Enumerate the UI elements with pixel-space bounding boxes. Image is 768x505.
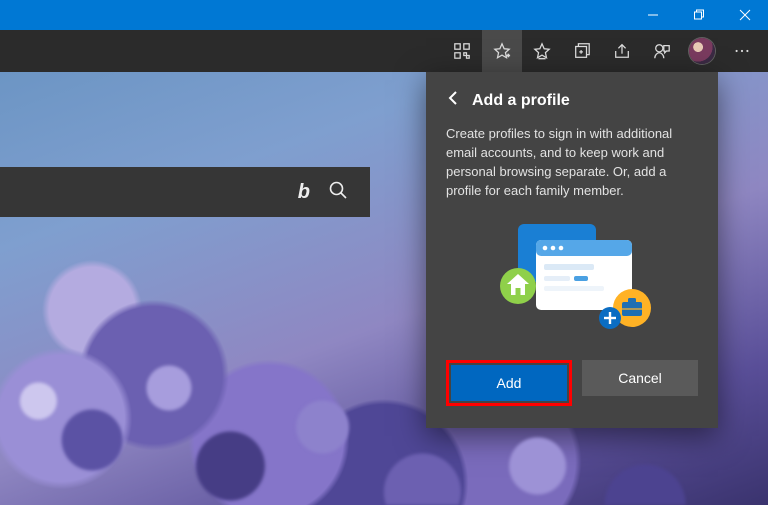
browser-toolbar	[0, 30, 768, 72]
search-bar[interactable]: b	[0, 167, 370, 217]
annotation-highlight: Add	[446, 360, 572, 406]
flyout-title: Add a profile	[472, 92, 570, 110]
window-minimize-button[interactable]	[630, 0, 676, 30]
window-close-button[interactable]	[722, 0, 768, 30]
qr-code-icon[interactable]	[442, 30, 482, 72]
add-favorite-icon[interactable]	[482, 30, 522, 72]
back-icon[interactable]	[446, 90, 462, 111]
window-maximize-button[interactable]	[676, 0, 722, 30]
collections-icon[interactable]	[562, 30, 602, 72]
add-button[interactable]: Add	[451, 365, 567, 401]
avatar	[689, 38, 715, 64]
favorites-icon[interactable]	[522, 30, 562, 72]
cancel-button[interactable]: Cancel	[582, 360, 698, 396]
share-icon[interactable]	[602, 30, 642, 72]
flyout-description: Create profiles to sign in with addition…	[446, 125, 698, 200]
page-content: b Add a profile Create profiles to sign …	[0, 72, 768, 505]
window-titlebar	[0, 0, 768, 30]
more-menu-button[interactable]	[722, 30, 762, 72]
search-icon	[328, 180, 348, 205]
feedback-icon[interactable]	[642, 30, 682, 72]
bing-logo-icon: b	[298, 181, 310, 204]
profile-illustration	[446, 218, 698, 338]
profile-avatar-button[interactable]	[682, 30, 722, 72]
add-profile-flyout: Add a profile Create profiles to sign in…	[426, 72, 718, 428]
